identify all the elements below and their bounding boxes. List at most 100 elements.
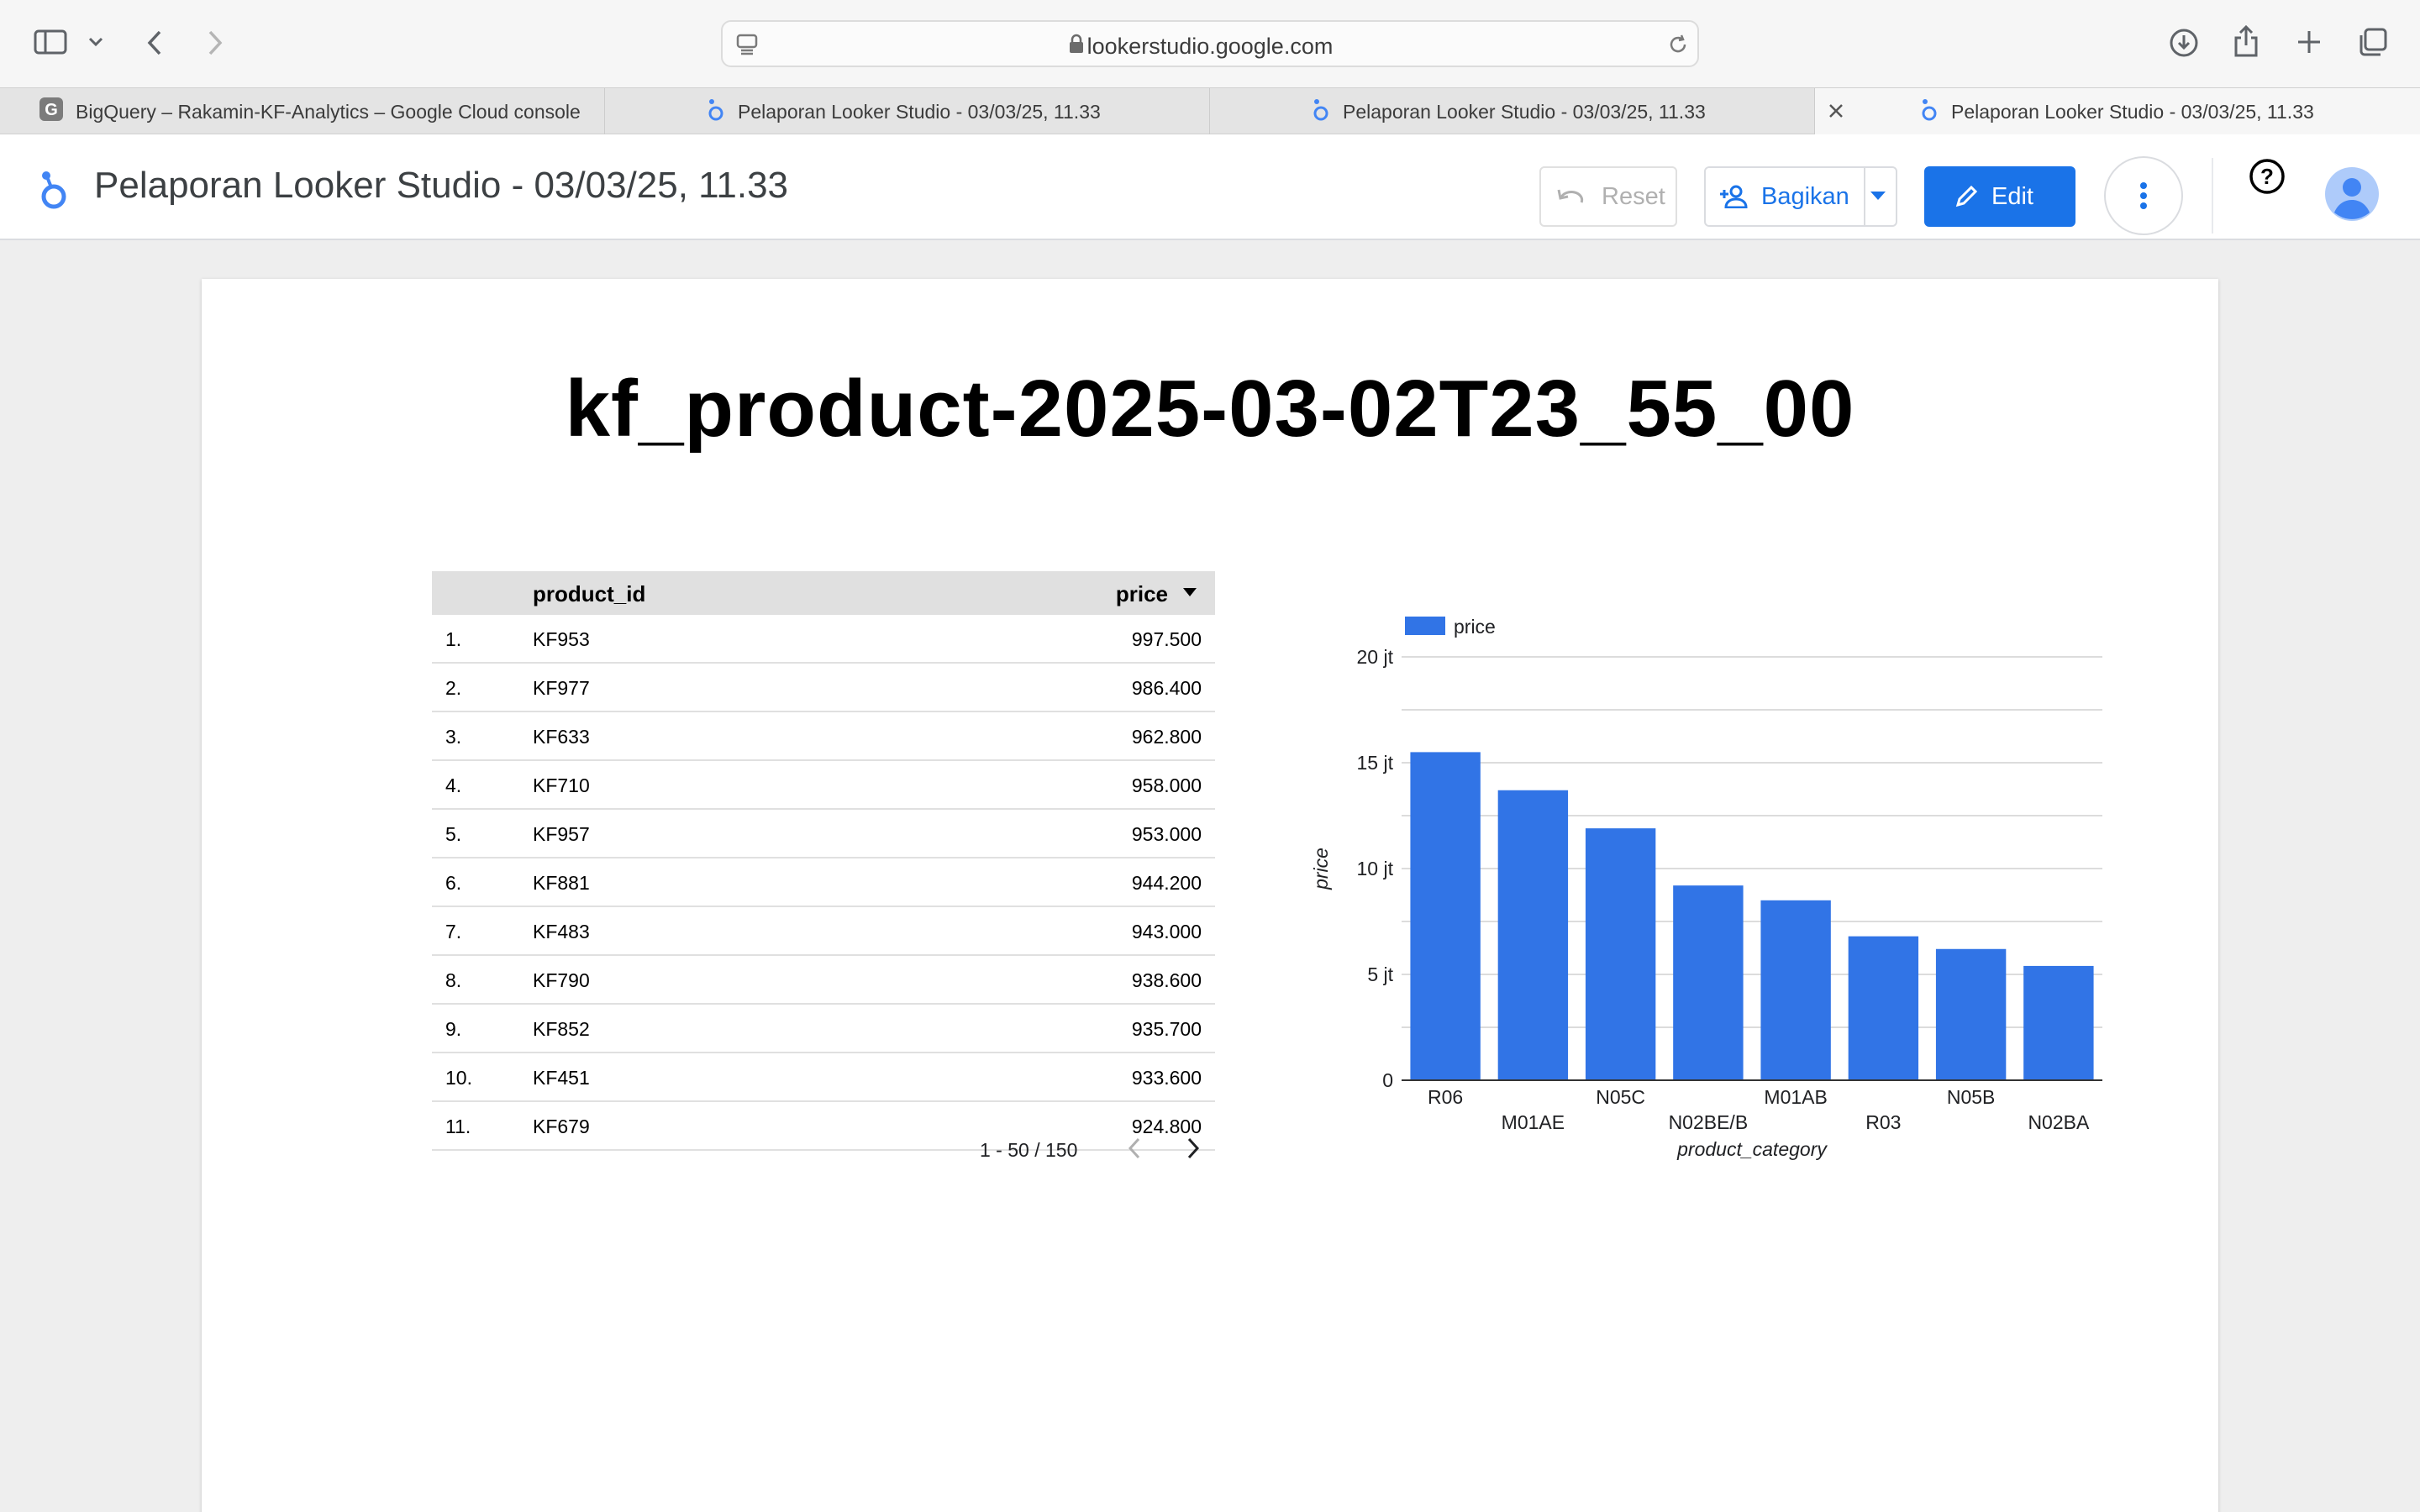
- row-rank: 8.: [445, 969, 462, 991]
- table-body: 1. KF953 997.500 2. KF977 986.400 3. KF633 962.8…: [432, 615, 1215, 1151]
- bar-n05b[interactable]: [1935, 948, 2007, 1080]
- bar-n02ba[interactable]: [2023, 965, 2094, 1080]
- y-tick-label: 5 jt: [1367, 963, 1393, 985]
- x-tick-label: M01AE: [1502, 1111, 1565, 1133]
- tab-bigquery[interactable]: G BigQuery – Rakamin-KF-Analytics – Goog…: [0, 88, 605, 135]
- google-g-icon: G: [39, 97, 64, 127]
- column-header-product-id[interactable]: product_id: [533, 581, 645, 607]
- app-header: Pelaporan Looker Studio - 03/03/25, 11.3…: [0, 134, 2420, 240]
- bar-r06[interactable]: [1410, 752, 1481, 1080]
- x-tick-label: N02BE/B: [1669, 1111, 1749, 1133]
- bar-n05c[interactable]: [1585, 828, 1656, 1080]
- row-rank: 3.: [445, 726, 462, 748]
- tab-title: Pelaporan Looker Studio - 03/03/25, 11.3…: [738, 100, 1101, 123]
- row-rank: 1.: [445, 628, 462, 650]
- x-tick-label: R06: [1428, 1086, 1463, 1108]
- address-bar[interactable]: lookerstudio.google.com: [721, 20, 1699, 67]
- row-product-id: KF483: [533, 921, 590, 942]
- avatar[interactable]: [2324, 166, 2380, 222]
- tab-bar: G BigQuery – Rakamin-KF-Analytics – Goog…: [0, 87, 2420, 135]
- row-price: 986.400: [1131, 677, 1202, 699]
- row-rank: 9.: [445, 1018, 462, 1040]
- column-header-price[interactable]: price: [1116, 581, 1168, 607]
- share-button[interactable]: Bagikan: [1704, 166, 1897, 227]
- table-row[interactable]: 4. KF710 958.000: [432, 761, 1215, 810]
- reload-icon[interactable]: [1665, 32, 1691, 57]
- close-tab-icon[interactable]: [1827, 102, 1845, 126]
- row-product-id: KF633: [533, 726, 590, 748]
- chevron-down-icon[interactable]: [86, 32, 106, 52]
- looker-studio-icon: [1311, 97, 1331, 127]
- help-icon[interactable]: ?: [2249, 158, 2286, 195]
- more-vert-icon: [2139, 181, 2148, 210]
- x-tick-label: N02BA: [2028, 1111, 2090, 1133]
- table-row[interactable]: 9. KF852 935.700: [432, 1005, 1215, 1053]
- table-row[interactable]: 5. KF957 953.000: [432, 810, 1215, 858]
- x-tick-label: R03: [1865, 1111, 1901, 1133]
- tab-title: Pelaporan Looker Studio - 03/03/25, 11.3…: [1343, 100, 1706, 123]
- tab-title: BigQuery – Rakamin-KF-Analytics – Google…: [76, 100, 581, 123]
- legend-swatch: [1405, 617, 1445, 635]
- back-icon[interactable]: [141, 27, 168, 59]
- x-tick-label: N05C: [1596, 1086, 1645, 1108]
- download-icon[interactable]: [2168, 27, 2200, 59]
- lock-icon: [1067, 33, 1086, 55]
- table-row[interactable]: 8. KF790 938.600: [432, 956, 1215, 1005]
- looker-studio-logo-icon[interactable]: [37, 168, 71, 212]
- sort-descending-icon[interactable]: [1183, 588, 1197, 596]
- row-price: 962.800: [1131, 726, 1202, 748]
- row-price: 997.500: [1131, 628, 1202, 650]
- share-dropdown-icon[interactable]: [1870, 192, 1886, 200]
- row-rank: 10.: [445, 1067, 472, 1089]
- reset-label: Reset: [1602, 182, 1665, 210]
- previous-page-icon[interactable]: [1126, 1136, 1143, 1166]
- row-price: 943.000: [1131, 921, 1202, 942]
- header-separator: [2212, 158, 2213, 234]
- tab-looker-3-active[interactable]: Pelaporan Looker Studio - 03/03/25, 11.3…: [1815, 88, 2420, 135]
- reset-button[interactable]: Reset: [1539, 166, 1677, 227]
- bar-m01ae[interactable]: [1497, 790, 1569, 1080]
- y-axis-title: price: [1310, 848, 1332, 890]
- sidebar-toggle-icon[interactable]: [32, 27, 69, 57]
- undo-icon: [1556, 187, 1585, 206]
- edit-button[interactable]: Edit: [1924, 166, 2075, 227]
- forward-icon[interactable]: [202, 27, 229, 59]
- row-price: 933.600: [1131, 1067, 1202, 1089]
- url-text: lookerstudio.google.com: [1086, 34, 1334, 59]
- y-tick-label: 0: [1382, 1069, 1393, 1091]
- row-price: 944.200: [1131, 872, 1202, 894]
- table-row[interactable]: 3. KF633 962.800: [432, 712, 1215, 761]
- table-row[interactable]: 2. KF977 986.400: [432, 664, 1215, 712]
- table-row[interactable]: 7. KF483 943.000: [432, 907, 1215, 956]
- row-rank: 4.: [445, 774, 462, 796]
- report-name[interactable]: Pelaporan Looker Studio - 03/03/25, 11.3…: [94, 165, 788, 207]
- tab-looker-2[interactable]: Pelaporan Looker Studio - 03/03/25, 11.3…: [1210, 88, 1815, 135]
- row-product-id: KF977: [533, 677, 590, 699]
- x-axis-title: product_category: [1676, 1138, 1828, 1160]
- row-product-id: KF710: [533, 774, 590, 796]
- table-pagination: 1 - 50 / 150: [432, 1129, 1215, 1171]
- looker-studio-icon: [1919, 97, 1939, 127]
- tab-overview-icon[interactable]: [2356, 25, 2390, 59]
- bar-n02be-b[interactable]: [1673, 885, 1744, 1080]
- y-tick-label: 20 jt: [1357, 646, 1394, 668]
- product-table: product_id price 1. KF953 997.500 2. KF977 98…: [432, 571, 1215, 1151]
- share-icon[interactable]: [2232, 24, 2260, 59]
- more-options-button[interactable]: [2104, 156, 2183, 235]
- next-page-icon[interactable]: [1185, 1136, 1202, 1166]
- table-row[interactable]: 1. KF953 997.500: [432, 615, 1215, 664]
- share-divider: [1864, 168, 1865, 225]
- y-tick-label: 10 jt: [1357, 858, 1394, 879]
- tab-looker-1[interactable]: Pelaporan Looker Studio - 03/03/25, 11.3…: [605, 88, 1210, 135]
- x-tick-label: M01AB: [1764, 1086, 1827, 1108]
- bar-r03[interactable]: [1848, 936, 1919, 1080]
- table-row[interactable]: 10. KF451 933.600: [432, 1053, 1215, 1102]
- price-bar-chart: 0 5 jt 10 jt 15 jt 20 jt R06 M01AE N05C N02BE/B M…: [1310, 616, 2102, 1160]
- table-row[interactable]: 6. KF881 944.200: [432, 858, 1215, 907]
- row-rank: 6.: [445, 872, 462, 894]
- report-title: kf_product-2025-03-02T23_55_00: [565, 364, 1855, 454]
- new-tab-icon[interactable]: [2294, 27, 2324, 57]
- bar-m01ab[interactable]: [1760, 900, 1831, 1080]
- add-person-icon: [1719, 185, 1749, 208]
- row-product-id: KF790: [533, 969, 590, 991]
